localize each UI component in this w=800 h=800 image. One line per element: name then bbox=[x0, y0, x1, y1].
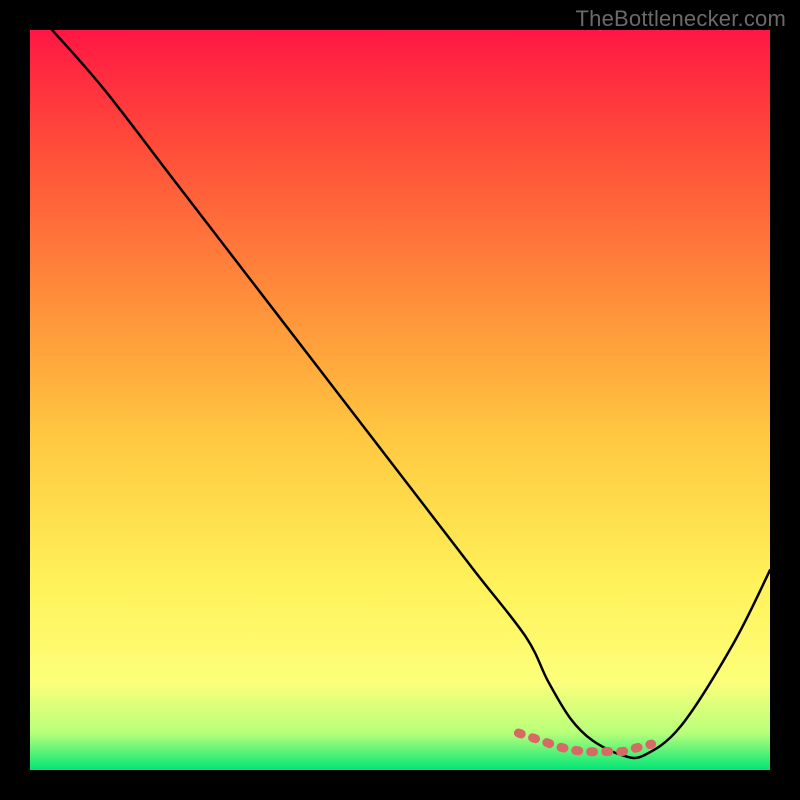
curve-layer bbox=[30, 30, 770, 770]
chart-container: TheBottlenecker.com bbox=[0, 0, 800, 800]
plot-area bbox=[30, 30, 770, 770]
bottleneck-curve bbox=[52, 30, 770, 758]
watermark-text: TheBottlenecker.com bbox=[576, 6, 786, 32]
